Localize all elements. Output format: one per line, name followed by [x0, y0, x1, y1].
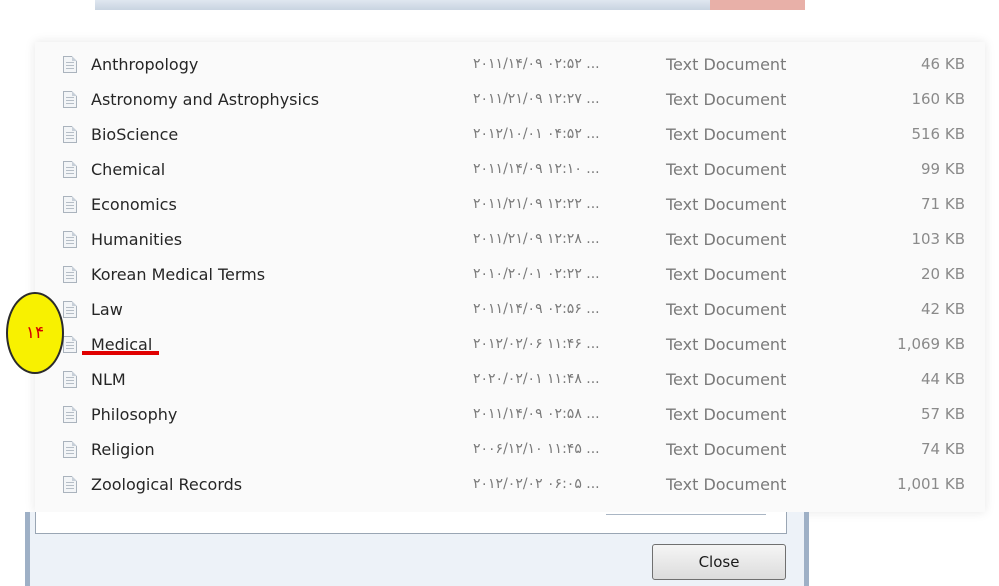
file-type: Text Document	[666, 90, 787, 109]
file-type: Text Document	[666, 125, 787, 144]
file-type: Text Document	[666, 370, 787, 389]
list-box-bottom-edge	[35, 512, 787, 534]
text-document-icon	[63, 476, 77, 493]
text-document-icon	[63, 336, 77, 353]
file-row[interactable]: Law ۲۰۱۱/۱۴/۰۹ ۰۲:۵۶ ... Text Document 4…	[35, 292, 985, 326]
text-document-icon	[63, 441, 77, 458]
file-name: Law	[91, 300, 123, 319]
file-name: Humanities	[91, 230, 183, 249]
file-type: Text Document	[666, 55, 787, 74]
file-date: ۲۰۰۶/۱۲/۱۰ ۱۱:۴۵ ...	[473, 441, 600, 457]
text-document-icon	[63, 91, 77, 108]
file-row[interactable]: Chemical ۲۰۱۱/۱۴/۰۹ ۱۲:۱۰ ... Text Docum…	[35, 152, 985, 186]
text-document-icon	[63, 266, 77, 283]
file-list: Anthropology ۲۰۱۱/۱۴/۰۹ ۰۲:۵۲ ... Text D…	[35, 42, 985, 512]
file-size: 516 KB	[911, 125, 965, 143]
text-document-icon	[63, 56, 77, 73]
file-type: Text Document	[666, 440, 787, 459]
file-date: ۲۰۲۰/۰۲/۰۱ ۱۱:۴۸ ...	[473, 371, 600, 387]
file-name: Astronomy and Astrophysics	[91, 90, 320, 109]
dialog-footer: Close	[25, 512, 809, 586]
window-title-strip	[95, 0, 805, 10]
annotation-badge: ۱۴	[6, 292, 64, 374]
file-date: ۲۰۱۱/۱۴/۰۹ ۰۲:۵۶ ...	[473, 301, 600, 317]
file-date: ۲۰۱۱/۲۱/۰۹ ۱۲:۲۲ ...	[473, 196, 600, 212]
file-row[interactable]: NLM ۲۰۲۰/۰۲/۰۱ ۱۱:۴۸ ... Text Document 4…	[35, 362, 985, 396]
text-document-icon	[63, 406, 77, 423]
file-name: Chemical	[91, 160, 166, 179]
file-size: 71 KB	[921, 195, 965, 213]
window-close-edge	[710, 0, 805, 10]
text-document-icon	[63, 196, 77, 213]
file-type: Text Document	[666, 335, 787, 354]
file-row[interactable]: Korean Medical Terms ۲۰۱۰/۲۰/۰۱ ۰۲:۲۲ ..…	[35, 257, 985, 291]
file-date: ۲۰۱۲/۱۰/۰۱ ۰۴:۵۲ ...	[473, 126, 600, 142]
file-size: 1,069 KB	[897, 335, 965, 353]
file-size: 46 KB	[921, 55, 965, 73]
file-name: Philosophy	[91, 405, 178, 424]
file-name: Anthropology	[91, 55, 199, 74]
file-name: Economics	[91, 195, 177, 214]
text-document-icon	[63, 371, 77, 388]
file-type: Text Document	[666, 475, 787, 494]
file-size: 42 KB	[921, 300, 965, 318]
file-type: Text Document	[666, 230, 787, 249]
text-document-icon	[63, 231, 77, 248]
text-document-icon	[63, 161, 77, 178]
file-date: ۲۰۱۲/۰۲/۰۶ ۱۱:۴۶ ...	[473, 336, 600, 352]
file-date: ۲۰۱۱/۱۴/۰۹ ۰۲:۵۲ ...	[473, 56, 600, 72]
file-size: 99 KB	[921, 160, 965, 178]
file-row-selected[interactable]: Medical ۲۰۱۲/۰۲/۰۶ ۱۱:۴۶ ... Text Docume…	[35, 327, 985, 361]
file-type: Text Document	[666, 195, 787, 214]
file-date: ۲۰۱۱/۱۴/۰۹ ۱۲:۱۰ ...	[473, 161, 600, 177]
file-name: Korean Medical Terms	[91, 265, 266, 284]
file-row[interactable]: Economics ۲۰۱۱/۲۱/۰۹ ۱۲:۲۲ ... Text Docu…	[35, 187, 985, 221]
file-size: 160 KB	[911, 90, 965, 108]
file-type: Text Document	[666, 405, 787, 424]
file-size: 44 KB	[921, 370, 965, 388]
file-name: NLM	[91, 370, 126, 389]
file-name: Religion	[91, 440, 155, 459]
text-document-icon	[63, 126, 77, 143]
horizontal-scrollbar[interactable]	[606, 514, 766, 515]
file-date: ۲۰۱۱/۲۱/۰۹ ۱۲:۲۷ ...	[473, 91, 600, 107]
file-row[interactable]: Astronomy and Astrophysics ۲۰۱۱/۲۱/۰۹ ۱۲…	[35, 82, 985, 116]
file-size: 57 KB	[921, 405, 965, 423]
file-row[interactable]: Zoological Records ۲۰۱۲/۰۲/۰۲ ۰۶:۰۵ ... …	[35, 467, 985, 501]
medical-highlight-underline	[82, 351, 159, 355]
file-size: 20 KB	[921, 265, 965, 283]
file-name: BioScience	[91, 125, 179, 144]
file-size: 74 KB	[921, 440, 965, 458]
file-size: 103 KB	[911, 230, 965, 248]
file-row[interactable]: BioScience ۲۰۱۲/۱۰/۰۱ ۰۴:۵۲ ... Text Doc…	[35, 117, 985, 151]
close-button[interactable]: Close	[652, 544, 786, 580]
file-size: 1,001 KB	[897, 475, 965, 493]
file-row[interactable]: Philosophy ۲۰۱۱/۱۴/۰۹ ۰۲:۵۸ ... Text Doc…	[35, 397, 985, 431]
file-type: Text Document	[666, 265, 787, 284]
file-name: Zoological Records	[91, 475, 243, 494]
text-document-icon	[63, 301, 77, 318]
file-row[interactable]: Religion ۲۰۰۶/۱۲/۱۰ ۱۱:۴۵ ... Text Docum…	[35, 432, 985, 466]
file-type: Text Document	[666, 300, 787, 319]
file-type: Text Document	[666, 160, 787, 179]
file-date: ۲۰۱۱/۱۴/۰۹ ۰۲:۵۸ ...	[473, 406, 600, 422]
file-row[interactable]: Anthropology ۲۰۱۱/۱۴/۰۹ ۰۲:۵۲ ... Text D…	[35, 47, 985, 81]
file-date: ۲۰۱۰/۲۰/۰۱ ۰۲:۲۲ ...	[473, 266, 600, 282]
file-date: ۲۰۱۲/۰۲/۰۲ ۰۶:۰۵ ...	[473, 476, 600, 492]
file-row[interactable]: Humanities ۲۰۱۱/۲۱/۰۹ ۱۲:۲۸ ... Text Doc…	[35, 222, 985, 256]
file-date: ۲۰۱۱/۲۱/۰۹ ۱۲:۲۸ ...	[473, 231, 600, 247]
